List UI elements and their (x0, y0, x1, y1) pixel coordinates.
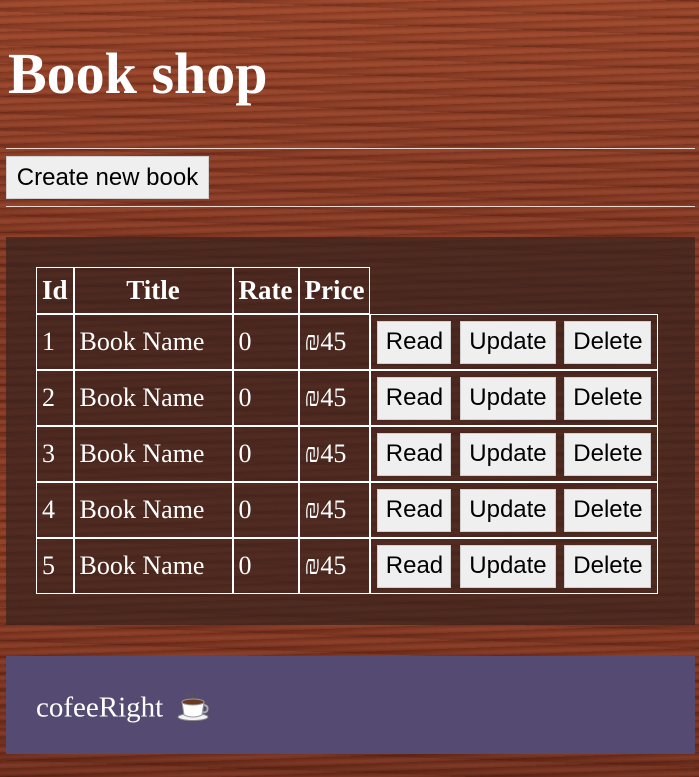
update-button[interactable]: Update (459, 544, 556, 588)
cell-id: 5 (36, 538, 74, 594)
cell-actions: Read Update Delete (370, 538, 659, 594)
divider-bottom (6, 206, 695, 207)
cell-actions: Read Update Delete (370, 482, 659, 538)
delete-button[interactable]: Delete (564, 544, 652, 588)
divider-top (6, 148, 695, 149)
cell-rate: 0 (232, 538, 299, 594)
column-header-id: Id (36, 267, 74, 314)
read-button[interactable]: Read (377, 432, 452, 476)
column-header-title: Title (73, 267, 233, 314)
column-header-actions (370, 267, 658, 314)
column-header-rate: Rate (232, 267, 299, 314)
delete-button[interactable]: Delete (564, 320, 652, 364)
coffee-cup-icon (176, 690, 210, 730)
cell-price: ₪45 (298, 538, 371, 594)
cell-rate: 0 (232, 426, 299, 482)
cell-price: ₪45 (298, 370, 371, 426)
delete-button[interactable]: Delete (564, 488, 652, 532)
read-button[interactable]: Read (377, 320, 452, 364)
table-row: 3 Book Name 0 ₪45 Read Update Delete (36, 426, 659, 482)
table-row: 4 Book Name 0 ₪45 Read Update Delete (36, 482, 659, 538)
table-row: 2 Book Name 0 ₪45 Read Update Delete (36, 370, 659, 426)
delete-button[interactable]: Delete (564, 376, 652, 420)
cell-title: Book Name (73, 482, 233, 538)
read-button[interactable]: Read (377, 488, 452, 532)
cell-id: 3 (36, 426, 74, 482)
update-button[interactable]: Update (459, 488, 556, 532)
table-row: 5 Book Name 0 ₪45 Read Update Delete (36, 538, 659, 594)
cell-title: Book Name (73, 426, 233, 482)
cell-title: Book Name (73, 370, 233, 426)
cell-rate: 0 (232, 370, 299, 426)
cell-rate: 0 (232, 314, 299, 370)
books-panel: Id Title Rate Price 1 Book Name 0 ₪45 Re… (6, 237, 695, 625)
cell-title: Book Name (73, 538, 233, 594)
column-header-price: Price (298, 267, 371, 314)
page-title: Book shop (8, 41, 268, 106)
cell-actions: Read Update Delete (370, 314, 659, 370)
cell-price: ₪45 (298, 482, 371, 538)
cell-id: 1 (36, 314, 74, 370)
delete-button[interactable]: Delete (564, 432, 652, 476)
cell-title: Book Name (73, 314, 233, 370)
cell-price: ₪45 (298, 314, 371, 370)
footer-text-group: cofeeRight (36, 690, 210, 730)
table-header-row: Id Title Rate Price (36, 267, 658, 314)
cell-id: 4 (36, 482, 74, 538)
cell-actions: Read Update Delete (370, 426, 659, 482)
footer: cofeeRight (6, 656, 695, 754)
read-button[interactable]: Read (377, 376, 452, 420)
read-button[interactable]: Read (377, 544, 452, 588)
update-button[interactable]: Update (459, 432, 556, 476)
books-table: Id Title Rate Price 1 Book Name 0 ₪45 Re… (36, 267, 659, 594)
cell-price: ₪45 (298, 426, 371, 482)
update-button[interactable]: Update (459, 320, 556, 364)
update-button[interactable]: Update (459, 376, 556, 420)
create-book-button[interactable]: Create new book (6, 156, 209, 199)
table-row: 1 Book Name 0 ₪45 Read Update Delete (36, 314, 659, 370)
cell-id: 2 (36, 370, 74, 426)
copyright-text: cofeeRight (36, 691, 164, 724)
cell-actions: Read Update Delete (370, 370, 659, 426)
cell-rate: 0 (232, 482, 299, 538)
